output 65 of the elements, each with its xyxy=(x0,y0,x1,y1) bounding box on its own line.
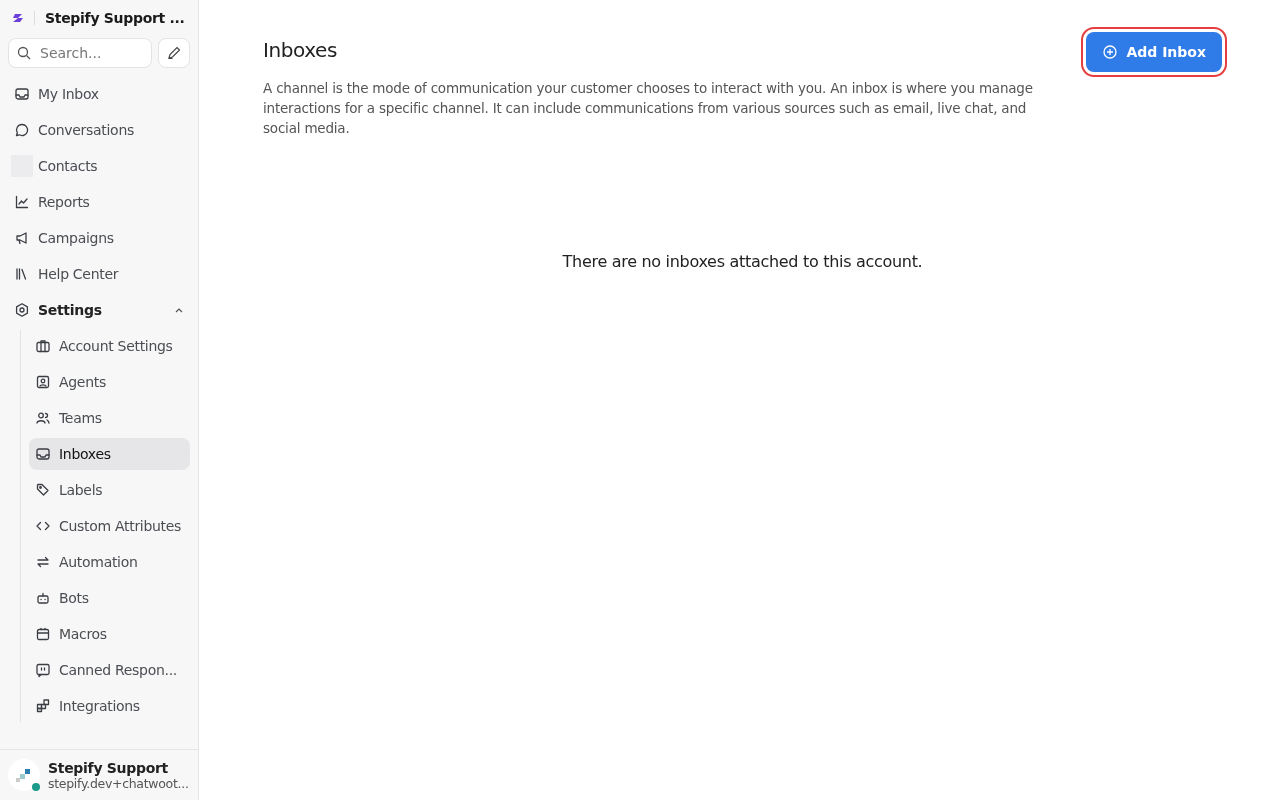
nav-item[interactable]: Teams xyxy=(29,402,190,434)
inbox-icon xyxy=(35,446,51,462)
nav-label: Teams xyxy=(59,410,102,426)
nav-label: Account Settings xyxy=(59,338,173,354)
nav-item[interactable]: Account Settings xyxy=(29,330,190,362)
nav-label: Help Center xyxy=(38,266,119,282)
nav-item[interactable]: Inboxes xyxy=(29,438,190,470)
compose-button[interactable] xyxy=(158,38,190,68)
nav-label: Campaigns xyxy=(38,230,114,246)
page-description: A channel is the mode of communication your customer chooses to interact with you. An inbox is where you manage interactions for a specific channel. It can include communications from various sources such as email, live chat, and social media. xyxy=(263,79,1034,138)
nav-item[interactable]: Integrations xyxy=(29,690,190,722)
nav-item[interactable]: Help Center xyxy=(8,258,190,290)
nav-item[interactable]: Campaigns xyxy=(8,222,190,254)
empty-state-message: There are no inboxes attached to this account. xyxy=(561,252,924,271)
quote-bubble-icon xyxy=(35,662,51,678)
nav-label: Contacts xyxy=(38,158,98,174)
swap-arrows-icon xyxy=(35,554,51,570)
pencil-icon xyxy=(166,45,182,61)
nav-item[interactable]: Labels xyxy=(29,474,190,506)
megaphone-icon xyxy=(14,230,30,246)
nav-item[interactable]: Conversations xyxy=(8,114,190,146)
page-title: Inboxes xyxy=(263,38,339,62)
nav-item[interactable]: Contacts xyxy=(8,150,190,182)
nav-label: My Inbox xyxy=(38,86,99,102)
nav-label: Agents xyxy=(59,374,106,390)
nav-item[interactable]: Reports xyxy=(8,186,190,218)
nav-item[interactable]: Canned Respon... xyxy=(29,654,190,686)
logo-icon xyxy=(12,13,24,23)
settings-icon xyxy=(14,302,30,318)
nav-label: Bots xyxy=(59,590,89,606)
user-email: stepify.dev+chatwoot... xyxy=(48,775,189,791)
nav-label: Reports xyxy=(38,194,90,210)
nav-label: Custom Attributes xyxy=(59,518,182,534)
blocks-icon xyxy=(35,698,51,714)
people-icon xyxy=(35,410,51,426)
calendar-icon xyxy=(35,626,51,642)
nav-label: Automation xyxy=(59,554,138,570)
contact-card-icon xyxy=(35,374,51,390)
nav-label: Integrations xyxy=(59,698,140,714)
nav-label: Macros xyxy=(59,626,107,642)
account-name[interactable]: Stepify Support ... xyxy=(45,10,185,26)
nav-label: Inboxes xyxy=(59,446,111,462)
nav-item[interactable]: Macros xyxy=(29,618,190,650)
nav-item[interactable]: Bots xyxy=(29,582,190,614)
nav-item[interactable]: Automation xyxy=(29,546,190,578)
nav-item[interactable]: Settings xyxy=(8,294,190,326)
line-chart-icon xyxy=(14,194,30,210)
nav-label: Canned Respon... xyxy=(59,662,177,678)
nav-item[interactable]: My Inbox xyxy=(8,78,190,110)
nav-item[interactable]: Agents xyxy=(29,366,190,398)
nav-label: Settings xyxy=(38,302,103,318)
search-icon xyxy=(16,45,32,61)
avatar[interactable] xyxy=(8,759,40,791)
search-field[interactable]: Search... xyxy=(8,38,152,68)
chat-bubble-icon xyxy=(14,122,30,138)
briefcase-icon xyxy=(35,338,51,354)
robot-icon xyxy=(35,590,51,606)
nav-item[interactable]: Custom Attributes xyxy=(29,510,190,542)
tag-icon xyxy=(35,482,51,498)
nav-label: Conversations xyxy=(38,122,134,138)
online-status-icon xyxy=(32,783,40,791)
user-name: Stepify Support xyxy=(48,759,169,776)
inbox-icon xyxy=(14,86,30,102)
nav-label: Labels xyxy=(59,482,103,498)
plus-circle-icon xyxy=(1102,44,1119,60)
